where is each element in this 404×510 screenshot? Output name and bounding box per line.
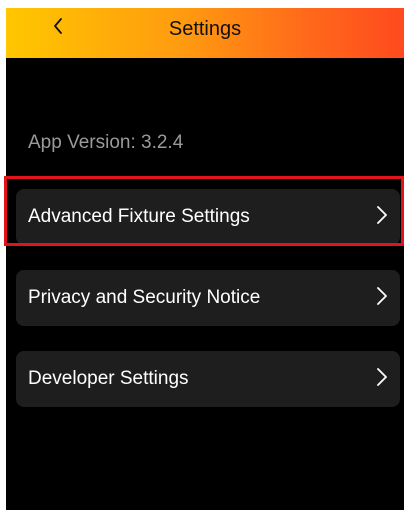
menu-item-label: Developer Settings bbox=[28, 368, 189, 389]
app-version-text: App Version: 3.2.4 bbox=[28, 132, 184, 153]
chevron-right-icon bbox=[377, 368, 387, 386]
chevron-right-icon bbox=[377, 287, 387, 305]
menu-item-advanced-fixture-settings[interactable]: Advanced Fixture Settings bbox=[16, 189, 400, 245]
menu-item-label: Advanced Fixture Settings bbox=[28, 206, 250, 227]
page-title: Settings bbox=[168, 18, 242, 40]
chevron-right-icon bbox=[377, 206, 387, 224]
settings-screen: Settings App Version: 3.2.4 Advanced Fix… bbox=[6, 8, 404, 510]
header-bar: Settings bbox=[6, 8, 404, 58]
menu-item-developer-settings[interactable]: Developer Settings bbox=[16, 351, 400, 407]
menu-item-privacy-security-notice[interactable]: Privacy and Security Notice bbox=[16, 270, 400, 326]
menu-item-label: Privacy and Security Notice bbox=[28, 287, 261, 308]
